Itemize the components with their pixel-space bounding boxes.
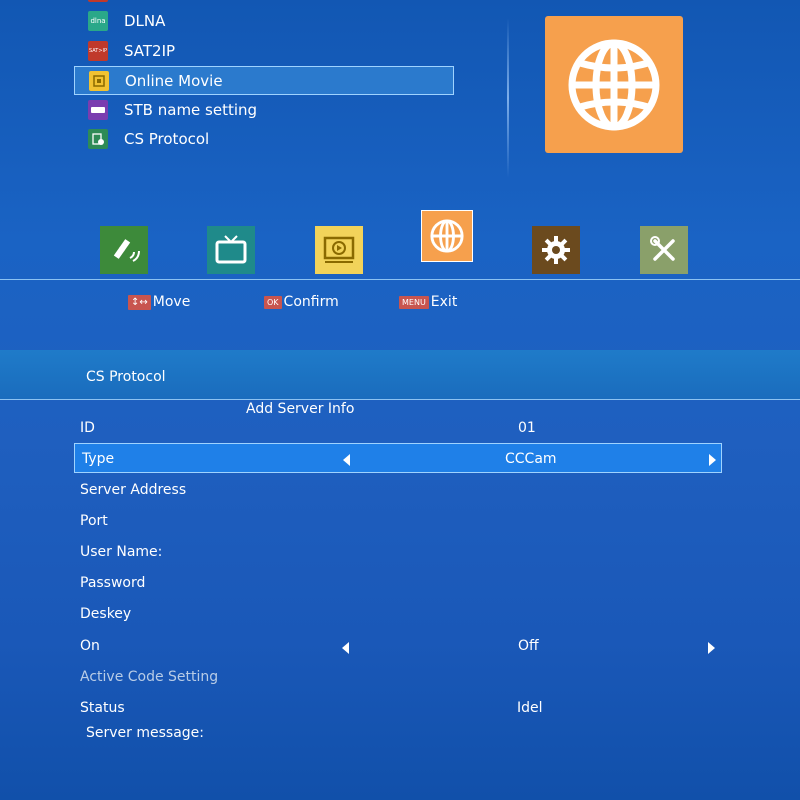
row-label: Password xyxy=(80,575,146,591)
hint-label: Confirm xyxy=(283,294,339,310)
tv-icon[interactable] xyxy=(207,226,255,274)
hint-confirm: OK Confirm xyxy=(264,294,339,310)
row-label: Server Address xyxy=(80,482,187,498)
menu-item-sat2ip[interactable]: SAT>IP SAT2IP xyxy=(74,37,454,65)
port-row[interactable]: Port xyxy=(74,507,722,537)
divider xyxy=(0,399,800,400)
hint-move: ↕↔ Move xyxy=(128,294,190,310)
server-message-label: Server message: xyxy=(86,725,204,741)
row-label: Port xyxy=(80,513,108,529)
row-value: Off xyxy=(518,638,539,654)
dlna-icon: dlna xyxy=(88,11,108,31)
globe-icon xyxy=(568,39,660,130)
panel-title: CS Protocol xyxy=(86,369,166,385)
password-row[interactable]: Password xyxy=(74,569,722,599)
row-label: User Name: xyxy=(80,544,163,560)
menu-item-label: CS Protocol xyxy=(124,130,210,148)
row-label: Type xyxy=(82,451,115,467)
id-row: ID 01 xyxy=(74,414,722,444)
row-value: Idel xyxy=(517,700,543,716)
menu-item-cs-protocol[interactable]: CS Protocol xyxy=(74,125,454,153)
row-value: 01 xyxy=(518,420,536,436)
deskey-row[interactable]: Deskey xyxy=(74,600,722,630)
globe-icon[interactable] xyxy=(421,210,473,262)
menu-item-label: Online Movie xyxy=(125,71,223,90)
menu-item-stb-name[interactable]: STB name setting xyxy=(74,96,454,124)
move-icon: ↕↔ xyxy=(128,294,151,310)
clipped-menu-icon xyxy=(88,0,108,2)
type-row[interactable]: Type CCCam xyxy=(74,443,722,473)
row-label: Deskey xyxy=(80,606,132,622)
server-address-row[interactable]: Server Address xyxy=(74,476,722,506)
gear-icon[interactable] xyxy=(532,226,580,274)
arrow-right-icon[interactable] xyxy=(709,454,716,466)
hint-exit: MENU Exit xyxy=(399,294,457,310)
hint-label: Exit xyxy=(430,294,458,310)
media-player-icon[interactable] xyxy=(315,226,363,274)
sat2ip-icon: SAT>IP xyxy=(88,41,108,61)
row-label: Status xyxy=(80,700,125,716)
stb-name-icon xyxy=(88,100,108,120)
menu-item-label: SAT2IP xyxy=(124,42,176,60)
row-value: CCCam xyxy=(505,451,557,467)
status-row: Status Idel xyxy=(74,694,722,724)
menu-item-label: DLNA xyxy=(124,12,166,30)
menu-item-dlna[interactable]: dlna DLNA xyxy=(74,7,454,35)
user-name-row[interactable]: User Name: xyxy=(74,538,722,568)
menu-item-label: STB name setting xyxy=(124,101,258,119)
row-label: Active Code Setting xyxy=(80,669,219,685)
on-row[interactable]: On Off xyxy=(74,632,722,662)
preview-panel xyxy=(545,16,683,153)
arrow-right-icon[interactable] xyxy=(708,642,715,654)
hint-label: Move xyxy=(152,294,191,310)
divider xyxy=(507,18,509,178)
online-movie-icon xyxy=(89,70,109,91)
tools-icon[interactable] xyxy=(640,226,688,274)
ok-key: OK xyxy=(264,295,282,309)
arrow-left-icon[interactable] xyxy=(343,454,350,466)
row-label: On xyxy=(80,638,100,654)
menu-item-online-movie[interactable]: Online Movie xyxy=(74,66,454,95)
divider xyxy=(0,279,800,280)
active-code-row: Active Code Setting xyxy=(74,663,722,693)
row-label: ID xyxy=(80,420,95,436)
cs-protocol-icon xyxy=(88,129,108,149)
arrow-left-icon[interactable] xyxy=(342,642,349,654)
satellite-icon[interactable] xyxy=(100,226,148,274)
menu-key: MENU xyxy=(399,295,429,309)
